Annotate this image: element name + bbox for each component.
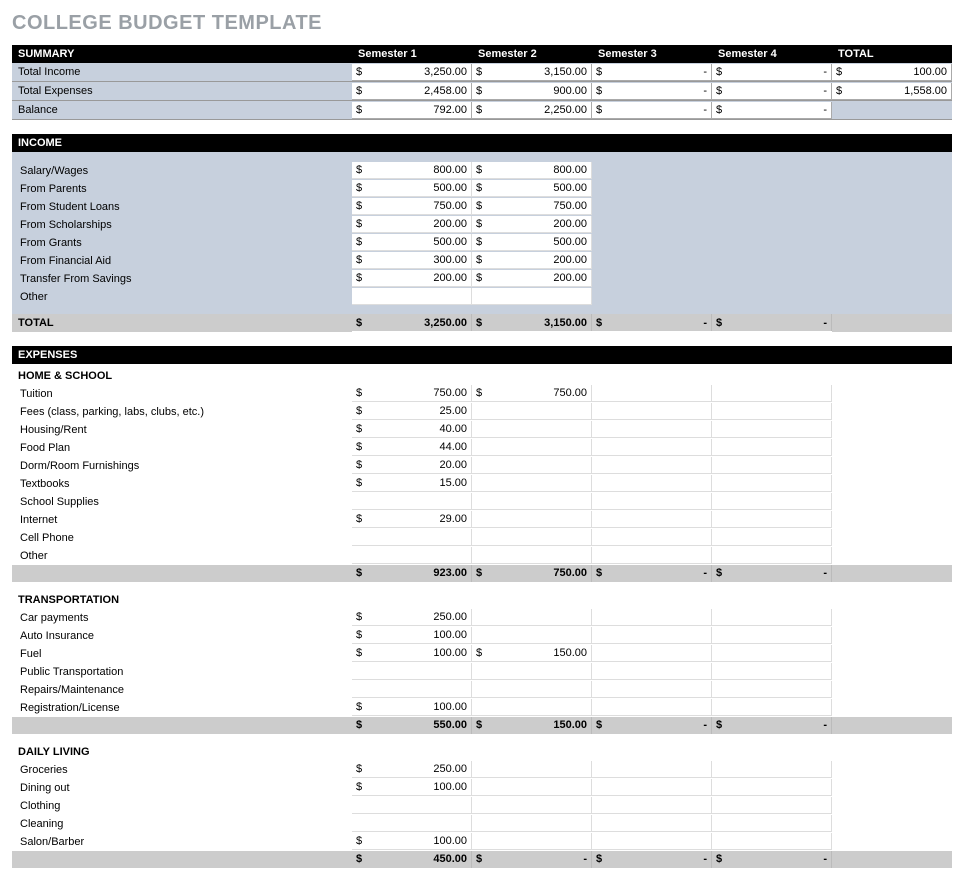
income-item-label: Transfer From Savings — [12, 270, 352, 288]
expense-item-label: Fees (class, parking, labs, clubs, etc.) — [12, 403, 352, 421]
expense-item-label: Housing/Rent — [12, 421, 352, 439]
expense-item-label: Dorm/Room Furnishings — [12, 457, 352, 475]
income-item-label: From Financial Aid — [12, 252, 352, 270]
income-header: INCOME — [12, 134, 952, 152]
expense-item-label: Repairs/Maintenance — [12, 681, 352, 699]
expense-item-label: Tuition — [12, 385, 352, 403]
income-item-label: From Parents — [12, 180, 352, 198]
expense-category: TRANSPORTATION — [12, 588, 952, 609]
expense-item-label: Car payments — [12, 609, 352, 627]
expense-category: DAILY LIVING — [12, 740, 952, 761]
summary-row-label: Total Income — [12, 63, 352, 82]
expense-item-label: Public Transportation — [12, 663, 352, 681]
expense-item-label: Clothing — [12, 797, 352, 815]
expense-item-label: Other — [12, 547, 352, 565]
expense-item-label: Food Plan — [12, 439, 352, 457]
summary-header: SUMMARY — [12, 45, 352, 63]
col-sem2: Semester 2 — [472, 45, 592, 63]
expenses-header: EXPENSES — [12, 346, 952, 364]
expense-item-label: Cleaning — [12, 815, 352, 833]
expense-item-label: Textbooks — [12, 475, 352, 493]
expense-item-label: Dining out — [12, 779, 352, 797]
expense-item-label: School Supplies — [12, 493, 352, 511]
col-sem3: Semester 3 — [592, 45, 712, 63]
col-total: TOTAL — [832, 45, 952, 63]
income-item-label: Other — [12, 288, 352, 306]
income-total-label: TOTAL — [12, 314, 352, 332]
expense-item-label: Internet — [12, 511, 352, 529]
expense-item-label: Auto Insurance — [12, 627, 352, 645]
income-item-label: From Grants — [12, 234, 352, 252]
expense-item-label: Registration/License — [12, 699, 352, 717]
income-item-label: Salary/Wages — [12, 162, 352, 180]
col-sem1: Semester 1 — [352, 45, 472, 63]
expense-item-label: Fuel — [12, 645, 352, 663]
income-item-label: From Student Loans — [12, 198, 352, 216]
expense-category: HOME & SCHOOL — [12, 364, 952, 385]
summary-row-label: Balance — [12, 101, 352, 120]
summary-row-label: Total Expenses — [12, 82, 352, 101]
expense-item-label: Cell Phone — [12, 529, 352, 547]
budget-table: SUMMARY Semester 1 Semester 2 Semester 3… — [12, 45, 952, 874]
expense-item-label: Salon/Barber — [12, 833, 352, 851]
income-item-label: From Scholarships — [12, 216, 352, 234]
page-title: COLLEGE BUDGET TEMPLATE — [12, 12, 952, 35]
expense-item-label: Groceries — [12, 761, 352, 779]
col-sem4: Semester 4 — [712, 45, 832, 63]
